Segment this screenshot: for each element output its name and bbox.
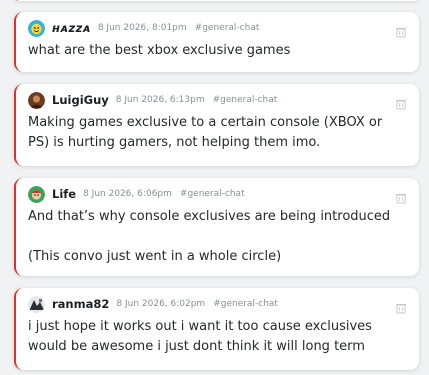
message-feed: ʜᴀzzᴀ 8 Jun 2026, 8:01pm #general-chat w…	[0, 0, 429, 375]
message-header: ranma82 8 Jun 2026, 6:02pm #general-chat	[28, 295, 405, 313]
avatar[interactable]	[28, 91, 45, 109]
message-card: ranma82 8 Jun 2026, 6:02pm #general-chat…	[14, 288, 419, 370]
channel-link[interactable]: #general-chat	[195, 23, 260, 33]
trash-icon[interactable]	[395, 98, 407, 110]
message-header: LuigiGuy 8 Jun 2026, 6:13pm #general-cha…	[28, 91, 405, 109]
avatar[interactable]	[28, 295, 45, 313]
avatar[interactable]	[28, 19, 45, 37]
channel-link[interactable]: #general-chat	[213, 95, 278, 105]
username[interactable]: LuigiGuy	[52, 93, 109, 107]
channel-link[interactable]: #general-chat	[213, 299, 278, 309]
message-card: ʜᴀzzᴀ 8 Jun 2026, 8:01pm #general-chat w…	[14, 12, 419, 72]
trash-icon[interactable]	[395, 302, 407, 314]
message-text: Making games exclusive to a certain cons…	[28, 115, 383, 150]
timestamp: 8 Jun 2026, 8:01pm	[97, 23, 187, 33]
avatar[interactable]	[28, 185, 45, 203]
message-text: And that’s why console exclusives are be…	[28, 209, 391, 264]
message-card: Life 8 Jun 2026, 6:06pm #general-chat An…	[14, 178, 419, 276]
trash-icon[interactable]	[395, 192, 407, 204]
message-header: ʜᴀzzᴀ 8 Jun 2026, 8:01pm #general-chat	[28, 19, 405, 37]
channel-link[interactable]: #general-chat	[180, 189, 245, 199]
message-card-partial	[14, 0, 419, 1]
timestamp: 8 Jun 2026, 6:06pm	[83, 189, 172, 199]
timestamp: 8 Jun 2026, 6:02pm	[116, 299, 206, 309]
message-text: what are the best xbox exclusive games	[28, 43, 291, 58]
trash-icon[interactable]	[395, 26, 407, 38]
message-header: Life 8 Jun 2026, 6:06pm #general-chat	[28, 185, 405, 203]
username[interactable]: ranma82	[52, 297, 109, 311]
username[interactable]: ʜᴀzzᴀ	[52, 21, 91, 35]
timestamp: 8 Jun 2026, 6:13pm	[115, 95, 205, 105]
message-card: LuigiGuy 8 Jun 2026, 6:13pm #general-cha…	[14, 84, 419, 166]
message-text: i just hope it works out i want it too c…	[28, 319, 372, 354]
username[interactable]: Life	[52, 187, 76, 201]
